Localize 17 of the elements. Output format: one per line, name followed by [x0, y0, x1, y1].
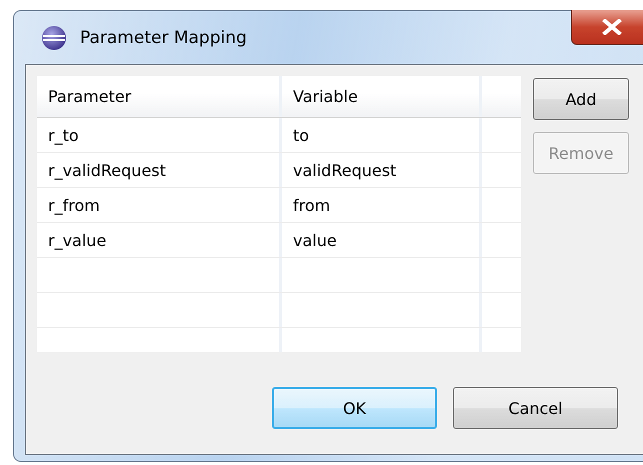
table-cell: to — [282, 118, 482, 152]
table-cell: r_validRequest — [37, 153, 282, 187]
column-header[interactable]: Variable — [282, 76, 482, 117]
dialog-button[interactable]: OK — [272, 387, 437, 429]
window-title: Parameter Mapping — [80, 28, 247, 48]
dialog-button[interactable]: Cancel — [453, 387, 618, 429]
table-cell: value — [282, 223, 482, 257]
column-header[interactable]: Parameter — [37, 76, 282, 117]
sphere-icon — [41, 24, 67, 50]
table-cell: r_from — [37, 188, 282, 222]
table-action-button[interactable]: Add — [533, 78, 629, 120]
close-icon — [602, 19, 622, 35]
table-cell: from — [282, 188, 482, 222]
table-cell: validRequest — [282, 153, 482, 187]
table-cell: r_value — [37, 223, 282, 257]
close-button[interactable] — [571, 10, 643, 45]
table-cell: r_to — [37, 118, 282, 152]
